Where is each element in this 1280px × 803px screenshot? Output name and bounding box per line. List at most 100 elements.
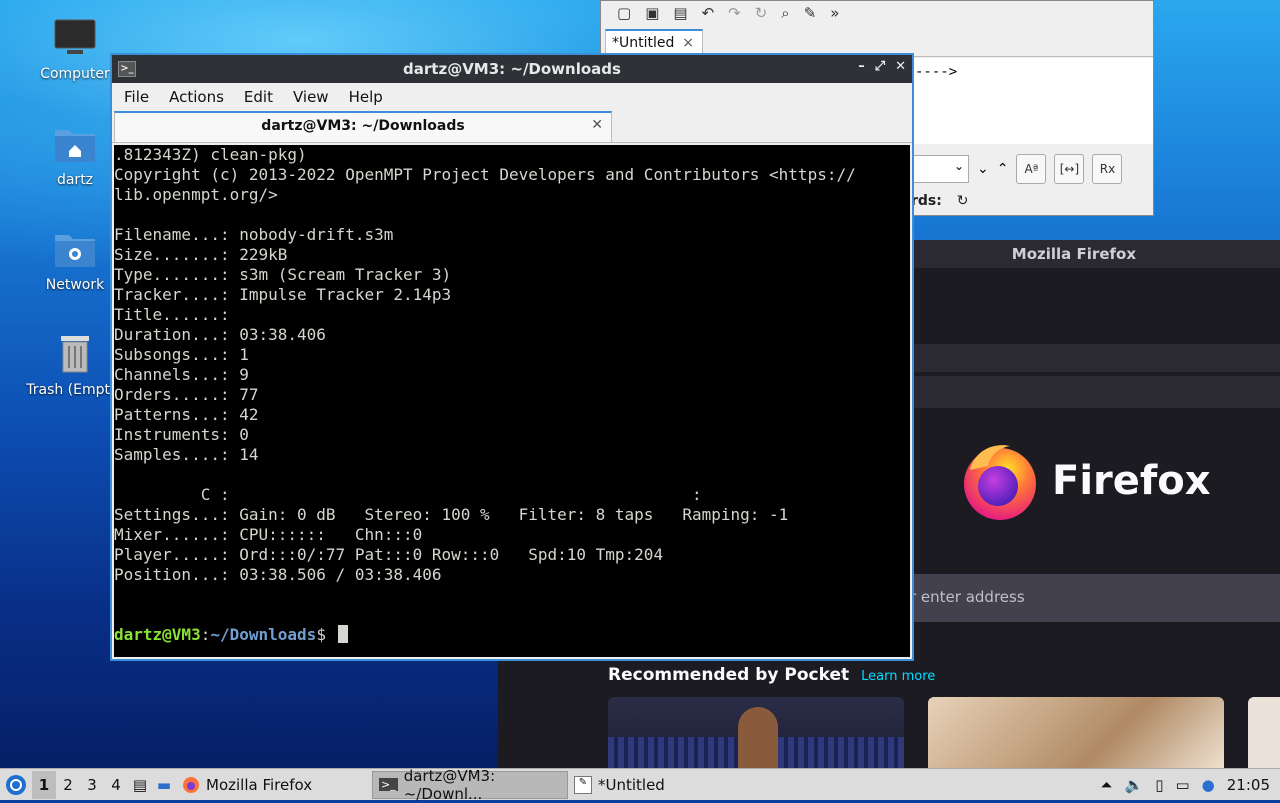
terminal-window: >_ dartz@VM3: ~/Downloads – ⤢ ✕ File Act… (110, 53, 914, 661)
find-combobox[interactable]: ⌄ (911, 155, 969, 183)
regex-button[interactable]: Rx (1092, 154, 1123, 184)
firefox-icon (964, 445, 1036, 520)
terminal-line: .812343Z) clean-pkg) (114, 145, 307, 164)
maximize-icon[interactable]: ⤢ (875, 59, 885, 74)
lubuntu-logo-icon (6, 774, 26, 795)
terminal-line: Position...: 03:38.506 / 03:38.406 (114, 565, 442, 584)
workspace-4[interactable]: 4 (104, 776, 128, 794)
redo-icon[interactable]: ↷ (728, 4, 741, 22)
save-icon[interactable]: ▤ (673, 4, 687, 22)
terminal-line: lib.openmpt.org/> (114, 185, 278, 204)
terminal-line: Instruments: 0 (114, 425, 249, 444)
menu-view[interactable]: View (283, 88, 339, 106)
menu-file[interactable]: File (114, 88, 159, 106)
clock[interactable]: 21:05 (1227, 776, 1270, 794)
terminal-output[interactable]: .812343Z) clean-pkg) Copyright (c) 2013-2… (114, 145, 910, 657)
terminal-line: Filename...: nobody-drift.s3m (114, 225, 394, 244)
task-label: Mozilla Firefox (206, 775, 313, 794)
pocket-card-image[interactable] (608, 697, 904, 768)
pocket-card-image[interactable] (928, 697, 1224, 768)
menu-help[interactable]: Help (339, 88, 393, 106)
prompt-symbol: $ (316, 625, 336, 644)
terminal-line: Subsongs...: 1 (114, 345, 249, 364)
find-previous-icon[interactable]: ⌃ (997, 161, 1009, 177)
desktop: Computer dartz Network Trash (Empty) ▢ ▣… (0, 0, 1280, 768)
terminal-tab[interactable]: dartz@VM3: ~/Downloads ✕ (114, 111, 612, 143)
search-placeholder: r enter address (910, 588, 1025, 606)
editor-text: ----> (915, 64, 958, 80)
terminal-icon: >_ (379, 778, 398, 791)
terminal-line: Samples....: 14 (114, 445, 259, 464)
close-icon[interactable]: ✕ (895, 59, 906, 74)
undo-icon[interactable]: ↶ (702, 4, 715, 22)
clipboard-icon[interactable]: ▯ (1155, 776, 1163, 794)
editor-toolbar: ▢ ▣ ▤ ↶ ↷ ↻ ⌕ ✎ » (601, 1, 1153, 25)
prompt-path: ~/Downloads (210, 625, 317, 644)
terminal-line: Duration...: 03:38.406 (114, 325, 326, 344)
terminal-line: Type.......: s3m (Scream Tracker 3) (114, 265, 452, 284)
terminal-line: Title......: (114, 305, 230, 324)
reload-icon[interactable]: ↻ (755, 4, 768, 22)
editor-tab-label: *Untitled (612, 35, 675, 51)
workspace-2[interactable]: 2 (56, 776, 80, 794)
terminal-line: Mixer......: CPU:::::: Chn:::0 (114, 525, 423, 544)
terminal-titlebar[interactable]: >_ dartz@VM3: ~/Downloads – ⤢ ✕ (112, 55, 912, 83)
open-file-icon[interactable]: ▣ (645, 4, 659, 22)
match-case-button[interactable]: Aª (1016, 154, 1047, 184)
firefox-icon (183, 776, 199, 793)
terminal-line: Patterns...: 42 (114, 405, 259, 424)
volume-icon[interactable]: 🔈 (1125, 776, 1144, 794)
minimize-icon[interactable]: – (858, 59, 865, 74)
menu-edit[interactable]: Edit (234, 88, 283, 106)
terminal-line: Player.....: Ord:::0/:77 Pat:::0 Row:::0… (114, 545, 664, 564)
close-icon[interactable]: × (682, 35, 694, 51)
show-desktop-icon[interactable]: ▬ (152, 776, 176, 794)
task-firefox[interactable]: Mozilla Firefox (176, 771, 372, 799)
start-menu-button[interactable] (0, 769, 32, 801)
find-next-icon[interactable]: ⌄ (977, 161, 989, 177)
editor-find-bar: ⌄ ⌄ ⌃ Aª [↔] Rx (911, 151, 1153, 187)
workspace-1[interactable]: 1 (32, 770, 56, 799)
close-icon[interactable]: ✕ (591, 117, 603, 133)
terminal-line: Size.......: 229kB (114, 245, 288, 264)
whole-word-button[interactable]: [↔] (1054, 154, 1085, 184)
terminal-tabbar: dartz@VM3: ~/Downloads ✕ (112, 111, 912, 143)
pocket-learn-more-link[interactable]: Learn more (861, 669, 935, 684)
terminal-line: Settings...: Gain: 0 dB Stereo: 100 % Fi… (114, 505, 789, 524)
pocket-heading: Recommended by Pocket Learn more (608, 665, 935, 685)
more-icon[interactable]: » (830, 4, 839, 22)
task-terminal[interactable]: >_ dartz@VM3: ~/Downl... (372, 767, 568, 803)
file-manager-icon[interactable]: ▤ (128, 776, 152, 794)
firefox-wordmark: Firefox (1052, 458, 1211, 504)
firefox-logo: Firefox (960, 440, 1211, 522)
terminal-line: C : : (114, 485, 702, 504)
terminal-line: Orders.....: 77 (114, 385, 259, 404)
terminal-line: Copyright (c) 2013-2022 OpenMPT Project … (114, 165, 856, 184)
menu-actions[interactable]: Actions (159, 88, 234, 106)
workspace-3[interactable]: 3 (80, 776, 104, 794)
terminal-app-icon[interactable]: >_ (118, 61, 136, 77)
taskbar: 1 2 3 4 ▤ ▬ Mozilla Firefox >_ dartz@VM3… (0, 767, 1280, 803)
text-editor-icon: ✎ (574, 775, 592, 794)
update-notifier-icon[interactable]: ● (1202, 776, 1215, 794)
refresh-icon[interactable]: ↻ (957, 193, 969, 209)
network-icon[interactable]: ▭ (1175, 776, 1189, 794)
window-controls: – ⤢ ✕ (858, 59, 906, 74)
task-editor[interactable]: ✎ *Untitled (568, 771, 764, 799)
terminal-title: dartz@VM3: ~/Downloads (403, 60, 621, 78)
terminal-tab-label: dartz@VM3: ~/Downloads (261, 118, 465, 134)
terminal-line: Channels...: 9 (114, 365, 249, 384)
task-label: dartz@VM3: ~/Downl... (403, 766, 496, 803)
pocket-card-image[interactable] (1248, 697, 1280, 768)
system-tray: ⏶ 🔈 ▯ ▭ ● 21:05 (1101, 769, 1280, 801)
new-file-icon[interactable]: ▢ (617, 4, 631, 22)
terminal-menubar: File Actions Edit View Help (112, 83, 912, 111)
replace-icon[interactable]: ✎ (804, 4, 817, 22)
search-icon[interactable]: ⌕ (781, 4, 789, 22)
task-label: *Untitled (598, 775, 665, 794)
tray-arrow-icon[interactable]: ⏶ (1101, 776, 1113, 794)
terminal-prompt: dartz@VM3:~/Downloads$ (114, 625, 910, 645)
